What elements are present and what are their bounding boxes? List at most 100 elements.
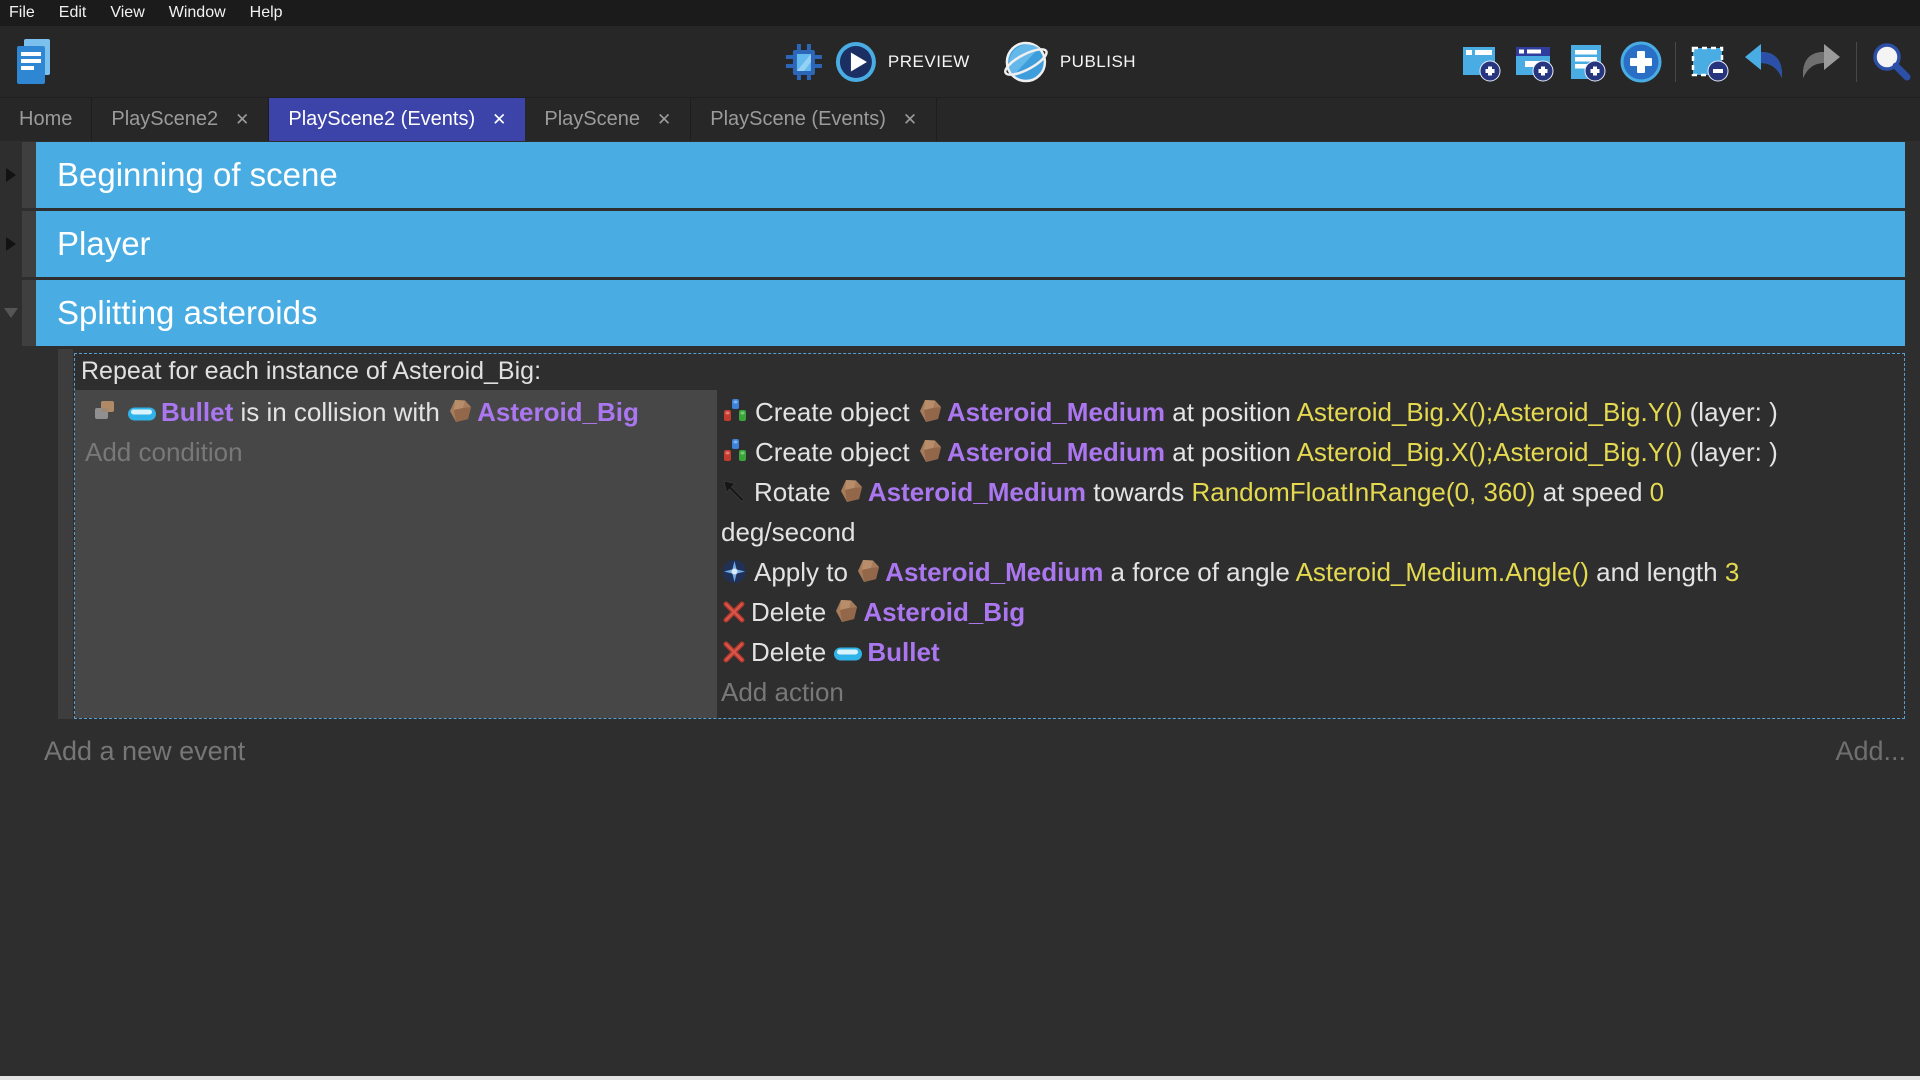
tab-playscene2[interactable]: PlayScene2 ✕ [92,98,269,141]
publish-globe-icon[interactable] [1003,40,1049,84]
close-icon[interactable]: ✕ [903,111,917,128]
delete-icon [721,597,751,627]
event-text-expression: RandomFloatInRange(0, 360) [1191,477,1535,507]
close-icon[interactable]: ✕ [657,111,671,128]
event-text-plain: Rotate [754,477,838,507]
repeat-header[interactable]: Repeat for each instance of Asteroid_Big… [75,354,1904,390]
event-text-plain: and length [1589,557,1725,587]
tab-playscene[interactable]: PlayScene ✕ [525,98,691,141]
add-subevent-icon[interactable] [1514,42,1554,82]
add-comment-icon[interactable] [1567,42,1607,82]
preview-button[interactable]: PREVIEW [888,52,970,72]
close-icon[interactable]: ✕ [235,111,249,128]
tab-home[interactable]: Home [0,98,92,141]
collapse-arrow-icon[interactable] [6,237,16,251]
add-circle-icon[interactable] [1620,41,1662,83]
event-text-expression: 3 [1725,557,1739,587]
expand-arrow-icon[interactable] [4,308,18,318]
asteroid-icon [917,397,947,427]
menu-edit[interactable]: Edit [47,4,99,22]
delete-selection-icon[interactable] [1689,42,1729,82]
menu-file[interactable]: File [9,4,47,22]
bottom-edge-strip [0,1076,1920,1080]
tab-label: PlayScene [544,108,640,131]
group-gutter [22,211,36,277]
delete-icon [721,637,751,667]
preview-play-icon[interactable] [835,41,877,83]
event-text-object: Asteroid_Big [477,397,639,427]
event-text-expression: Asteroid_Big.X();Asteroid_Big.Y() [1297,437,1683,467]
condition-row[interactable]: Bullet is in collision with Asteroid_Big [85,392,709,432]
group-header[interactable]: Splitting asteroids [36,280,1905,346]
tab-label: PlayScene (Events) [710,108,886,131]
collision-icon [89,397,127,427]
event-text-object: Bullet [867,637,939,667]
redo-icon[interactable] [1799,42,1843,82]
tab-label: Home [19,108,72,131]
action-row[interactable]: Create object Asteroid_Medium at positio… [721,392,1896,432]
event-text-plain: Apply to [754,557,855,587]
event-text-object: Bullet [161,397,233,427]
add-new-event-button[interactable]: Add a new event [44,736,245,767]
event-text-plain: Delete [751,637,833,667]
debug-icon[interactable] [784,42,824,82]
collapse-arrow-icon[interactable] [6,168,16,182]
add-action-button[interactable]: Add action [721,672,1896,712]
indent-strip [58,349,73,719]
group-header[interactable]: Player [36,211,1905,277]
project-manager-icon[interactable] [14,37,54,87]
create-object-icon [721,437,755,467]
action-row[interactable]: Delete Asteroid_Big [721,592,1896,632]
rotate-icon [721,477,754,507]
tab-playscene-events[interactable]: PlayScene (Events) ✕ [691,98,937,141]
menu-window[interactable]: Window [157,4,238,22]
bullet-icon [127,397,161,427]
toolbar-separator [1675,42,1676,82]
tab-playscene2-events[interactable]: PlayScene2 (Events) ✕ [269,98,525,141]
close-icon[interactable]: ✕ [492,111,506,128]
menu-view[interactable]: View [98,4,156,22]
event-text-object: Asteroid_Medium [947,397,1165,427]
group-gutter [22,280,36,346]
action-row[interactable]: Apply to Asteroid_Medium a force of angl… [721,552,1896,592]
toolbar-separator [1856,42,1857,82]
action-row[interactable]: Rotate Asteroid_Medium towards RandomFlo… [721,472,1896,552]
event-text-object: Asteroid_Medium [868,477,1086,507]
event-text-object: Asteroid_Medium [947,437,1165,467]
asteroid-icon [917,437,947,467]
add-more-button[interactable]: Add... [1835,736,1906,767]
event-text-plain: towards [1086,477,1192,507]
repeat-event[interactable]: Repeat for each instance of Asteroid_Big… [74,353,1905,719]
asteroid-icon [447,397,477,427]
event-text-plain: at position [1165,397,1297,427]
undo-icon[interactable] [1742,42,1786,82]
tab-label: PlayScene2 [111,108,218,131]
group-children: Repeat for each instance of Asteroid_Big… [0,349,1920,719]
event-text-expression: Asteroid_Medium.Angle() [1296,557,1589,587]
event-text-plain: at position [1165,437,1297,467]
asteroid-icon [833,597,863,627]
event-text-plain: deg/second [721,517,855,547]
event-text-object: Asteroid_Medium [885,557,1103,587]
add-event-icon[interactable] [1461,42,1501,82]
event-text-object: Asteroid_Big [863,597,1025,627]
event-text-expression: 0 [1650,477,1664,507]
tab-bar: Home PlayScene2 ✕ PlayScene2 (Events) ✕ … [0,97,1920,141]
event-text-plain: (layer: ) [1682,397,1777,427]
search-icon[interactable] [1870,41,1912,83]
add-condition-button[interactable]: Add condition [85,432,709,472]
event-text-plain: (layer: ) [1682,437,1777,467]
menu-help[interactable]: Help [238,4,295,22]
actions-column: Create object Asteroid_Medium at positio… [717,390,1904,718]
event-text-plain: at speed [1535,477,1649,507]
bullet-icon [833,637,867,667]
tab-label: PlayScene2 (Events) [288,108,475,131]
event-group-splitting-asteroids: Splitting asteroids [0,280,1920,346]
group-header[interactable]: Beginning of scene [36,142,1905,208]
event-text-plain: Delete [751,597,833,627]
action-row[interactable]: Delete Bullet [721,632,1896,672]
asteroid-icon [838,477,868,507]
asteroid-icon [855,557,885,587]
action-row[interactable]: Create object Asteroid_Medium at positio… [721,432,1896,472]
publish-button[interactable]: PUBLISH [1060,52,1136,72]
